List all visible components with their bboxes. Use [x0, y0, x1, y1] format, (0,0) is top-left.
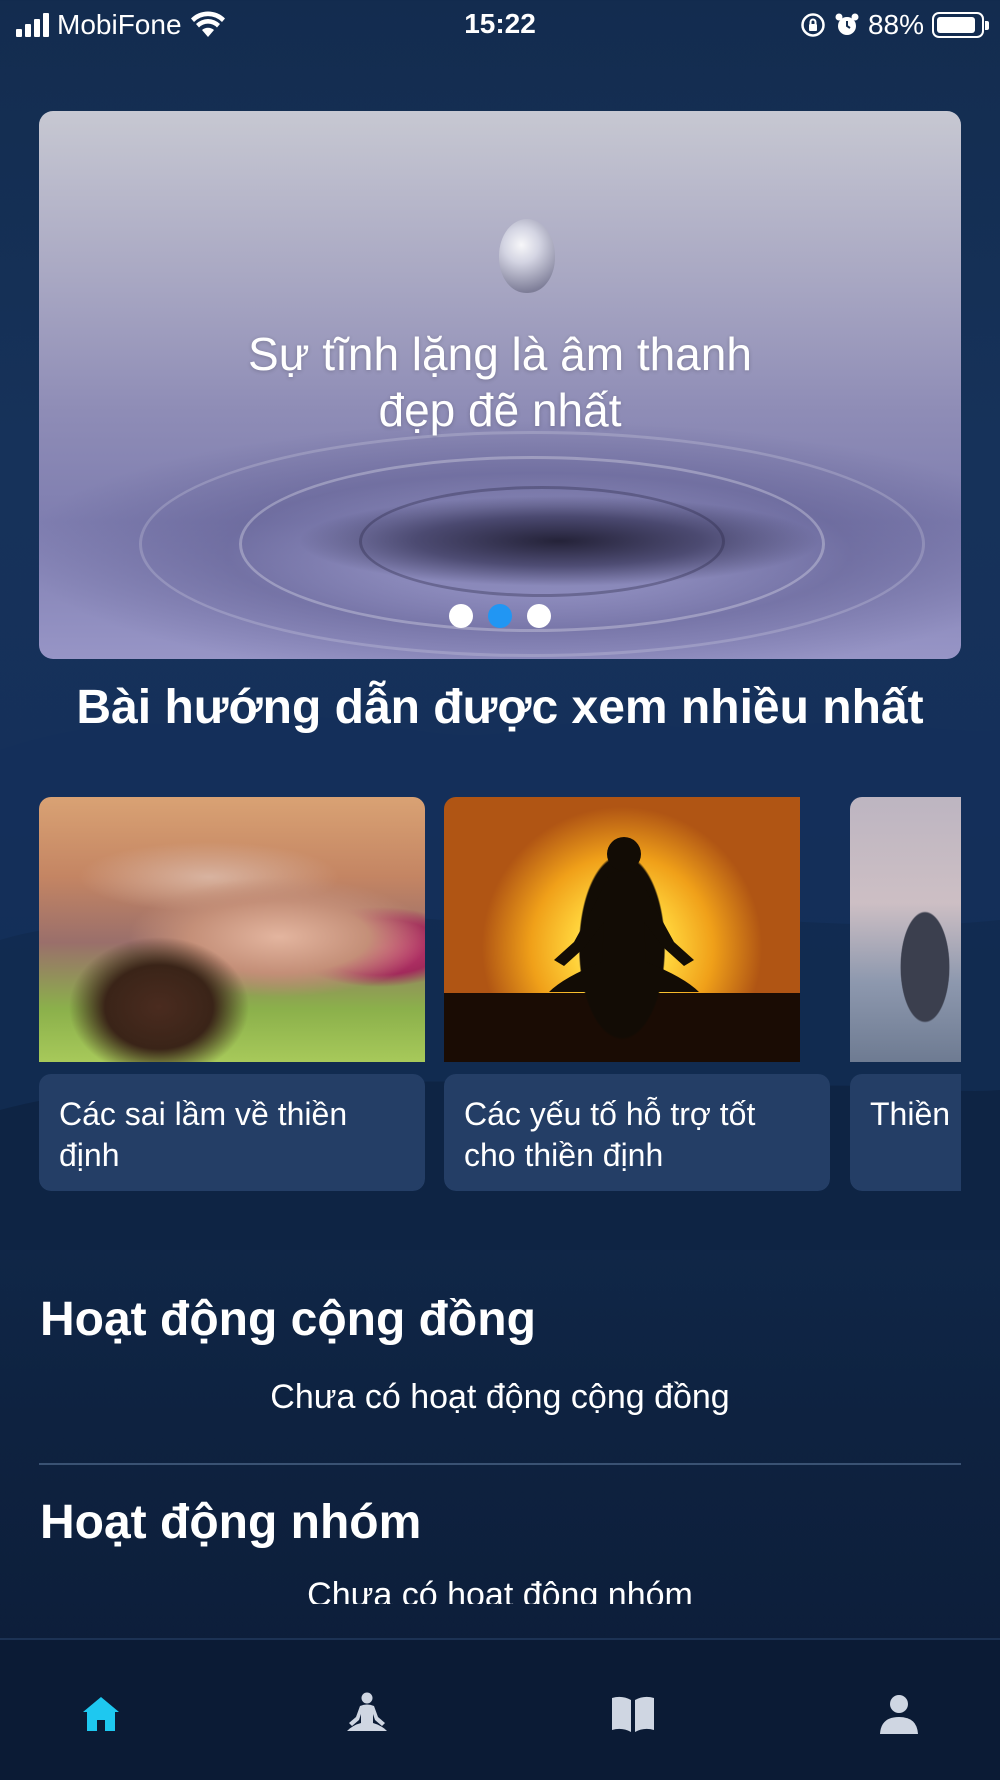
guide-card[interactable]: Thiền — [850, 797, 961, 1191]
divider — [39, 1463, 961, 1465]
profile-icon — [880, 1695, 918, 1734]
card-caption-line2: định — [59, 1137, 120, 1173]
card-caption-line1: Các sai lầm về thiền — [59, 1096, 348, 1132]
book-icon — [612, 1696, 654, 1732]
alarm-icon — [835, 13, 859, 35]
guide-card[interactable]: Các yếu tố hỗ trợ tốt cho thiền định — [444, 797, 830, 1191]
battery-icon — [932, 12, 989, 38]
section-title-popular: Bài hướng dẫn được xem nhiều nhất — [76, 681, 924, 734]
hero-quote: Sự tĩnh lặng là âm thanh đẹp đẽ nhất — [39, 326, 961, 438]
card-image — [850, 797, 961, 1062]
carousel-dot-active[interactable] — [488, 604, 512, 628]
nav-meditation[interactable] — [337, 1684, 397, 1744]
card-caption-line2: cho thiền định — [464, 1137, 664, 1173]
bottom-nav — [0, 1638, 1000, 1780]
nav-profile[interactable] — [869, 1684, 929, 1744]
home-icon — [83, 1697, 119, 1731]
section-title-community: Hoạt động cộng đồng — [40, 1293, 536, 1346]
nav-library[interactable] — [603, 1684, 663, 1744]
card-image — [39, 797, 425, 1062]
card-caption: Các sai lầm về thiền định — [39, 1074, 425, 1191]
group-empty-clip: Chưa có hoạt động nhóm — [0, 1574, 1000, 1604]
battery-percent: 88% — [867, 9, 924, 40]
water-drop-image — [499, 219, 555, 293]
hero-quote-line2: đẹp đẽ nhất — [378, 384, 622, 436]
meditation-icon — [347, 1692, 387, 1731]
rotation-lock-icon — [801, 13, 825, 37]
guide-card[interactable]: Các sai lầm về thiền định — [39, 797, 425, 1191]
card-caption: Thiền — [850, 1074, 961, 1191]
nav-home[interactable] — [71, 1684, 131, 1744]
group-empty-message: Chưa có hoạt động nhóm — [307, 1576, 693, 1604]
status-bar: MobiFone 15:22 88% — [0, 0, 1000, 50]
community-empty-message: Chưa có hoạt động cộng đồng — [270, 1378, 730, 1416]
meditation-silhouette — [549, 837, 699, 992]
section-title-group: Hoạt động nhóm — [40, 1496, 422, 1549]
carousel-indicator — [39, 604, 961, 628]
carousel-dot[interactable] — [449, 604, 473, 628]
card-caption: Các yếu tố hỗ trợ tốt cho thiền định — [444, 1074, 830, 1191]
card-image — [444, 797, 800, 1062]
card-caption-line1: Thiền — [870, 1096, 951, 1132]
card-caption-line1: Các yếu tố hỗ trợ tốt — [464, 1096, 756, 1132]
hero-banner[interactable]: Sự tĩnh lặng là âm thanh đẹp đẽ nhất — [39, 111, 961, 659]
hero-quote-line1: Sự tĩnh lặng là âm thanh — [248, 328, 752, 380]
carousel-dot[interactable] — [527, 604, 551, 628]
